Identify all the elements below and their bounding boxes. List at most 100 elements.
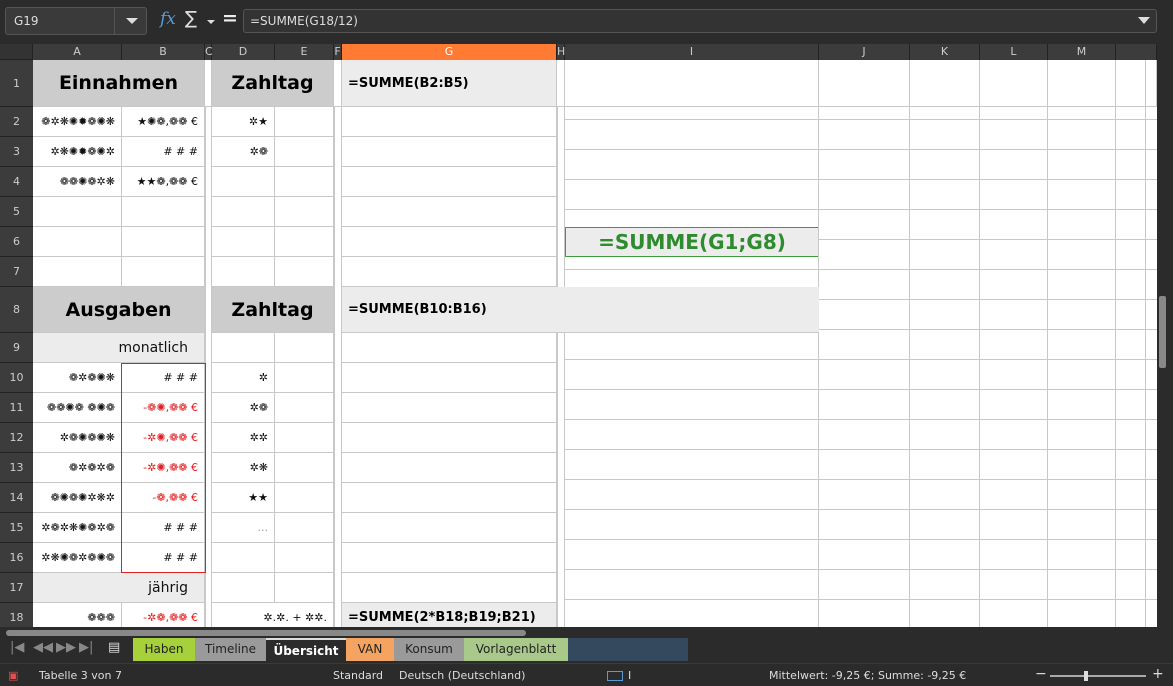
cell-a4[interactable]: ❁❁✺❁✲❋ [33,167,122,197]
row-header-12[interactable]: 12 [0,423,33,453]
cell-k1[interactable] [910,60,980,107]
cell-e10[interactable] [275,363,334,393]
cell-d1[interactable]: Zahltag [212,60,334,107]
cell-l1[interactable] [980,60,1048,107]
cell-e2[interactable] [275,107,334,137]
zoom-in-button[interactable]: + [1152,666,1164,682]
cell-e5[interactable] [275,197,334,227]
row-header-7[interactable]: 7 [0,257,33,287]
row-header-18[interactable]: 18 [0,603,33,627]
row-header-3[interactable]: 3 [0,137,33,167]
cell-d6[interactable] [212,227,275,257]
cell-e14[interactable] [275,483,334,513]
column-header-j[interactable]: J [819,44,910,60]
tab-haben[interactable]: Haben [133,638,195,661]
cell-g17[interactable] [342,573,557,603]
cell-d18[interactable]: ✲.✲. + ✲✲. [212,603,334,627]
cell-b14[interactable]: -❁,❁❁ € [122,483,205,513]
cell-e3[interactable] [275,137,334,167]
cell-b13[interactable]: -✲✺,❁❁ € [122,453,205,483]
cell-e4[interactable] [275,167,334,197]
page-style[interactable]: Standard [333,669,383,682]
cell-g4[interactable] [342,167,557,197]
cell-e9[interactable] [275,333,334,363]
sum-dropdown-icon[interactable] [207,20,215,24]
cell-a17[interactable]: jährig [33,573,205,603]
tab-unnamed[interactable] [568,638,688,661]
cell-d16[interactable] [212,543,275,573]
cell-d5[interactable] [212,197,275,227]
cell-a11[interactable]: ❁❁✺❁ ❁✺❁ [33,393,122,423]
cell-n1[interactable] [1116,60,1157,107]
cell-d2[interactable]: ✲★ [212,107,275,137]
cell-h1[interactable] [557,60,565,107]
cell-d17[interactable] [212,573,275,603]
cell-g1[interactable]: =SUMME(B2:B5) [342,60,557,107]
cell-g18[interactable]: =SUMME(2*B18;B19;B21) [342,603,557,627]
cell-d8[interactable]: Zahltag [212,287,334,333]
cell-e13[interactable] [275,453,334,483]
column-header-k[interactable]: K [910,44,980,60]
cell-d7[interactable] [212,257,275,287]
cell-a15[interactable]: ✲❁✲❋✺❁✲❁ [33,513,122,543]
cell-d10[interactable]: ✲ [212,363,275,393]
cell-a12[interactable]: ✲❁✺❁✺❋ [33,423,122,453]
row-header-15[interactable]: 15 [0,513,33,543]
column-header-b[interactable]: B [122,44,205,60]
cell-d11[interactable]: ✲❁ [212,393,275,423]
column-header-n[interactable] [1116,44,1157,60]
cell-e16[interactable] [275,543,334,573]
cell-a5[interactable] [33,197,122,227]
cell-g8[interactable]: =SUMME(B10:B16) [342,287,819,333]
cell-a8[interactable]: Ausgaben [33,287,205,333]
row-header-5[interactable]: 5 [0,197,33,227]
spreadsheet-grid[interactable]: A B C D E F G H I J K L M 1 2 3 4 5 6 7 … [0,44,1157,627]
cell-g16[interactable] [342,543,557,573]
tab-vorlagenblatt[interactable]: Vorlagenblatt [464,638,568,661]
cell-i6[interactable]: =SUMME(G1;G8) [565,227,819,257]
prev-sheet-icon[interactable]: ◀◀ [33,640,53,655]
cell-b5[interactable] [122,197,205,227]
first-sheet-icon[interactable]: |◀ [10,640,24,655]
cell-b10[interactable]: # # # [122,363,205,393]
row-header-1[interactable]: 1 [0,60,33,107]
cell-e6[interactable] [275,227,334,257]
function-wizard-icon[interactable]: fx [160,9,176,29]
select-all-corner[interactable] [0,44,33,60]
cell-d9[interactable] [212,333,275,363]
cell-a3[interactable]: ✲❋✺✹❁✺✲ [33,137,122,167]
formula-input[interactable]: =SUMME(G18/12) [243,9,1157,33]
save-status-icon[interactable]: ▣ [8,669,18,682]
cell-a18[interactable]: ❁❁❁ [33,603,122,627]
cell-d12[interactable]: ✲✲ [212,423,275,453]
cell-j1[interactable] [819,60,910,107]
cell-d15[interactable]: ... [212,513,275,543]
sum-icon[interactable]: ∑ [185,8,197,29]
column-header-g[interactable]: G [342,44,557,60]
cell-b12[interactable]: -✲✺,❁❁ € [122,423,205,453]
selection-summary[interactable]: Mittelwert: -9,25 €; Summe: -9,25 € [769,669,966,682]
column-header-d[interactable]: D [212,44,275,60]
tab-van[interactable]: VAN [346,638,394,661]
cell-g7[interactable] [342,257,557,287]
cell-b15[interactable]: # # # [122,513,205,543]
row-header-13[interactable]: 13 [0,453,33,483]
language[interactable]: Deutsch (Deutschland) [399,669,525,682]
next-sheet-icon[interactable]: ▶▶ [56,640,76,655]
cell-f1[interactable] [334,60,342,107]
name-box-dropdown-icon[interactable] [114,8,146,34]
cell-d13[interactable]: ✲❋ [212,453,275,483]
cell-a14[interactable]: ❁✺❁✺✲❋✲ [33,483,122,513]
cell-g6[interactable] [342,227,557,257]
row-header-8[interactable]: 8 [0,287,33,333]
row-header-9[interactable]: 9 [0,333,33,363]
row-header-10[interactable]: 10 [0,363,33,393]
cell-e15[interactable] [275,513,334,543]
formula-text[interactable]: =SUMME(G18/12) [250,14,358,28]
cell-b2[interactable]: ★✺❁,❁❁ € [122,107,205,137]
row-header-17[interactable]: 17 [0,573,33,603]
cell-b18[interactable]: -✲❁,❁❁ € [122,603,205,627]
column-header-i[interactable]: I [565,44,819,60]
cell-g5[interactable] [342,197,557,227]
row-header-4[interactable]: 4 [0,167,33,197]
